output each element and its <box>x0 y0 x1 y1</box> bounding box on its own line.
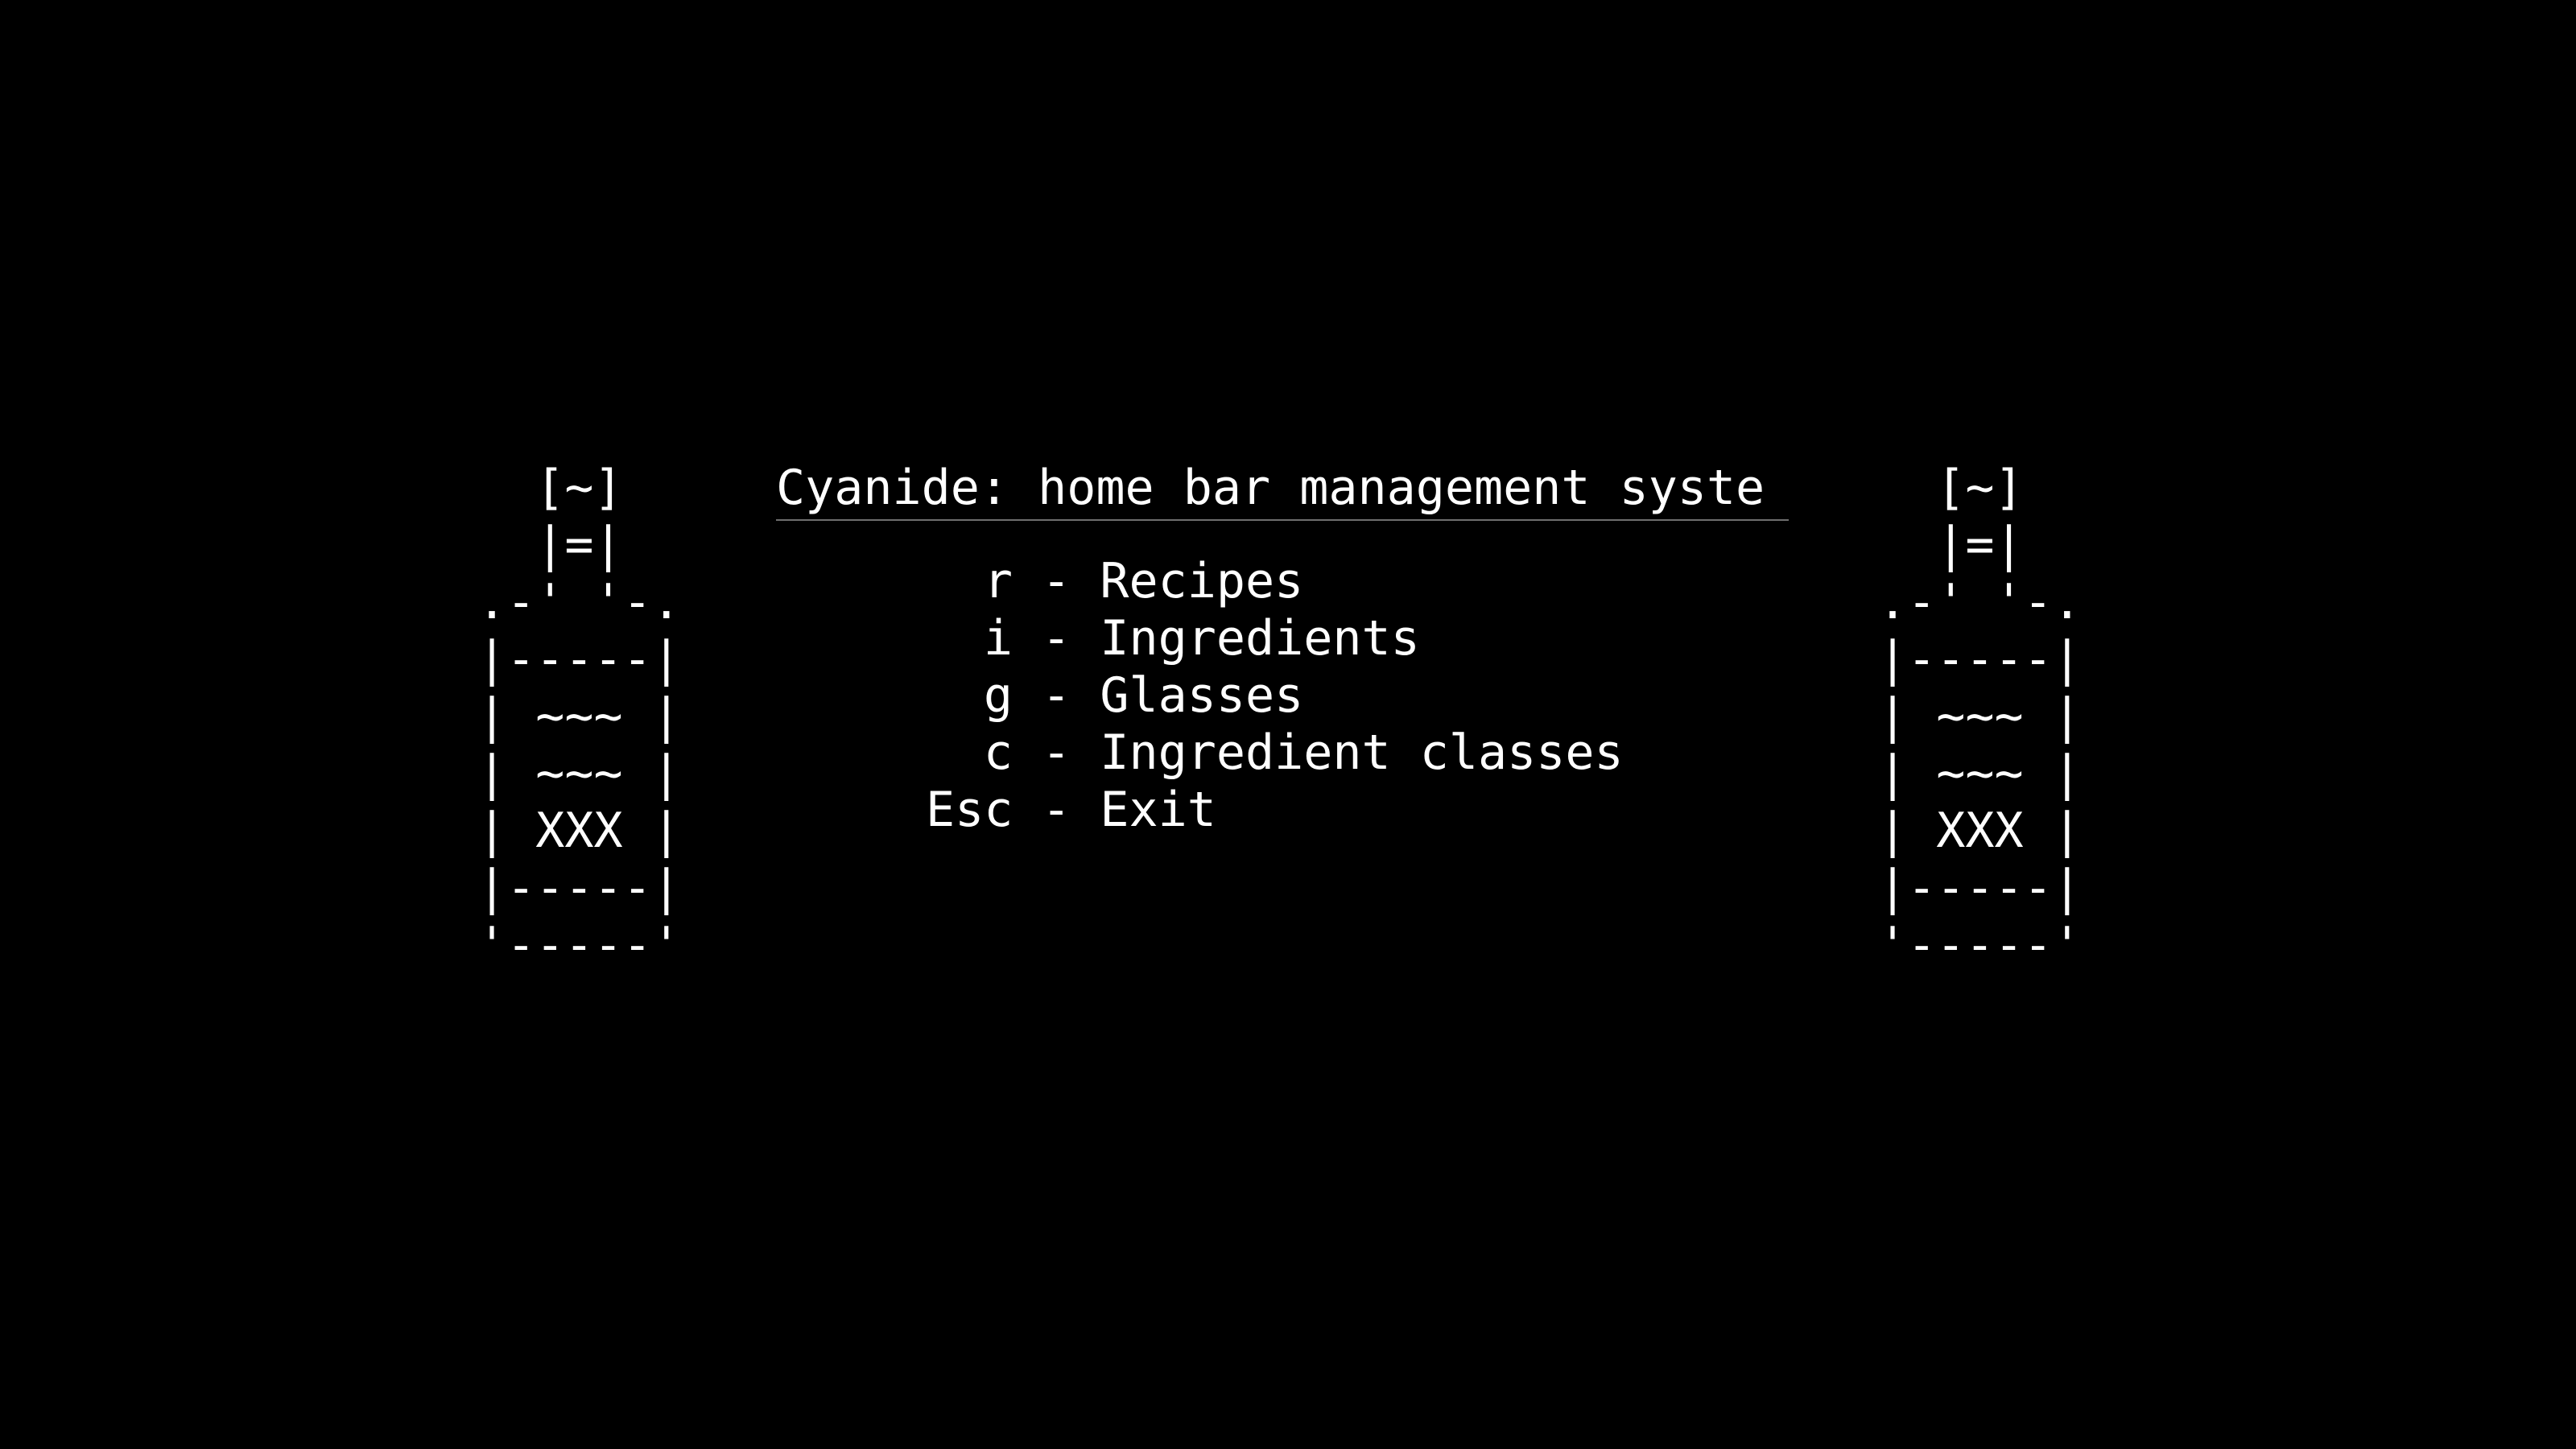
bottle-ascii-art-left: [~] |=| .-' '-. |-----| | ~~~ | | ~~~ | … <box>477 460 681 973</box>
shortcut-key: r <box>983 553 1013 609</box>
shortcut-key: i <box>983 610 1013 667</box>
title-divider <box>776 519 1789 521</box>
menu-item-label: Recipes <box>1100 553 1304 609</box>
menu-items: r - Recipes i - Ingredients g - Glasses … <box>926 553 1789 839</box>
separator: - <box>1013 610 1100 667</box>
shortcut-key: c <box>983 724 1013 781</box>
main-menu: Cyanide: home bar management syste r - R… <box>776 460 1789 839</box>
menu-item-label: Glasses <box>1100 667 1304 724</box>
app-title: Cyanide: home bar management syste <box>776 460 1765 516</box>
bottle-ascii-art-right: [~] |=| .-' '-. |-----| | ~~~ | | ~~~ | … <box>1878 460 2082 973</box>
separator: - <box>1013 782 1100 838</box>
menu-item-ingredients[interactable]: i - Ingredients <box>926 610 1789 667</box>
separator: - <box>1013 553 1100 609</box>
menu-item-glasses[interactable]: g - Glasses <box>926 667 1789 724</box>
menu-item-label: Ingredients <box>1100 610 1420 667</box>
shortcut-key: Esc <box>926 782 1013 838</box>
menu-item-label: Ingredient classes <box>1100 724 1624 781</box>
shortcut-key: g <box>983 667 1013 724</box>
menu-item-exit[interactable]: Esc - Exit <box>926 782 1789 839</box>
terminal-screen: [~] |=| .-' '-. |-----| | ~~~ | | ~~~ | … <box>0 0 2576 1449</box>
separator: - <box>1013 724 1100 781</box>
menu-item-ingredient-classes[interactable]: c - Ingredient classes <box>926 724 1789 782</box>
separator: - <box>1013 667 1100 724</box>
menu-item-label: Exit <box>1100 782 1216 838</box>
menu-item-recipes[interactable]: r - Recipes <box>926 553 1789 610</box>
